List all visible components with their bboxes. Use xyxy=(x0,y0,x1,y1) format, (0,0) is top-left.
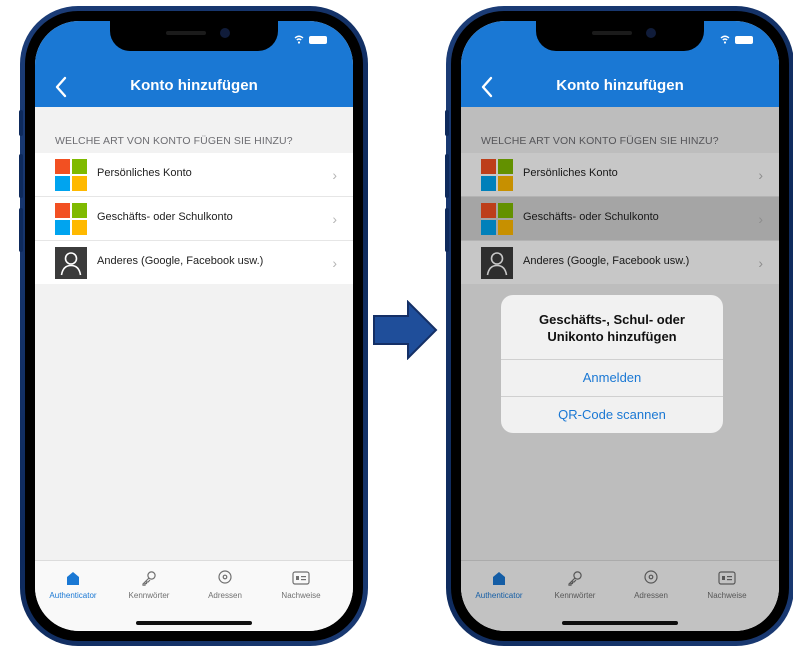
notch xyxy=(110,21,278,51)
tab-passwords[interactable]: Kennwörter xyxy=(111,570,187,600)
side-button xyxy=(19,208,23,252)
tab-authenticator[interactable]: Authenticator xyxy=(35,570,111,600)
id-card-icon xyxy=(292,571,310,585)
dialog-title: Geschäfts-, Schul- oder Unikonto hinzufü… xyxy=(539,312,685,344)
tab-label: Nachweise xyxy=(281,591,321,600)
tab-credentials[interactable]: Nachweise xyxy=(263,570,339,600)
tab-bar: Authenticator Kennwörter Adressen Nachwe… xyxy=(35,560,353,631)
chevron-right-icon: › xyxy=(332,167,337,183)
phone-right: Konto hinzufügen WELCHE ART VON KONTO FÜ… xyxy=(445,6,793,646)
list-item-label: Geschäfts- oder Schulkonto xyxy=(97,211,233,223)
right-arrow-icon xyxy=(373,300,438,360)
phone-left: Konto hinzufügen WELCHE ART VON KONTO FÜ… xyxy=(19,6,368,646)
tab-addresses[interactable]: Adressen xyxy=(187,570,263,600)
notch xyxy=(536,21,704,51)
page-title: Konto hinzufügen xyxy=(556,77,684,94)
chevron-right-icon: › xyxy=(332,255,337,271)
section-header: WELCHE ART VON KONTO FÜGEN SIE HINZU? xyxy=(55,135,293,147)
list-item-work-school-account[interactable]: Geschäfts- oder Schulkonto › xyxy=(35,197,353,241)
list-item-label: Persönliches Konto xyxy=(97,167,192,179)
add-work-account-dialog: Geschäfts-, Schul- oder Unikonto hinzufü… xyxy=(501,295,723,433)
side-button xyxy=(445,110,449,136)
key-icon xyxy=(142,571,156,586)
side-button xyxy=(19,110,23,136)
microsoft-logo-icon xyxy=(55,159,87,191)
scan-qr-code-button[interactable]: QR-Code scannen xyxy=(501,396,723,433)
list-item-other-account[interactable]: Anderes (Google, Facebook usw.) › xyxy=(35,241,353,284)
list-item-personal-account[interactable]: Persönliches Konto › xyxy=(35,153,353,197)
tab-label: Adressen xyxy=(208,591,242,600)
person-icon xyxy=(55,247,87,279)
tab-label: Authenticator xyxy=(49,591,97,600)
screen-add-account: Konto hinzufügen WELCHE ART VON KONTO FÜ… xyxy=(35,21,353,631)
status-icons xyxy=(719,35,753,45)
side-button xyxy=(445,208,449,252)
tab-label: Kennwörter xyxy=(128,591,170,600)
side-button xyxy=(19,154,23,198)
sign-in-button[interactable]: Anmelden xyxy=(501,359,723,396)
side-button xyxy=(445,154,449,198)
status-icons xyxy=(293,35,327,45)
chevron-right-icon: › xyxy=(332,211,337,227)
account-type-list: Persönliches Konto › Geschäfts- oder Sch… xyxy=(35,153,353,284)
page-title: Konto hinzufügen xyxy=(130,77,258,94)
list-item-label: Anderes (Google, Facebook usw.) xyxy=(97,255,264,267)
home-icon xyxy=(67,572,79,585)
location-pin-icon xyxy=(218,570,232,584)
home-indicator xyxy=(136,621,252,625)
microsoft-logo-icon xyxy=(55,203,87,235)
screen-add-account-dialog: Konto hinzufügen WELCHE ART VON KONTO FÜ… xyxy=(461,21,779,631)
